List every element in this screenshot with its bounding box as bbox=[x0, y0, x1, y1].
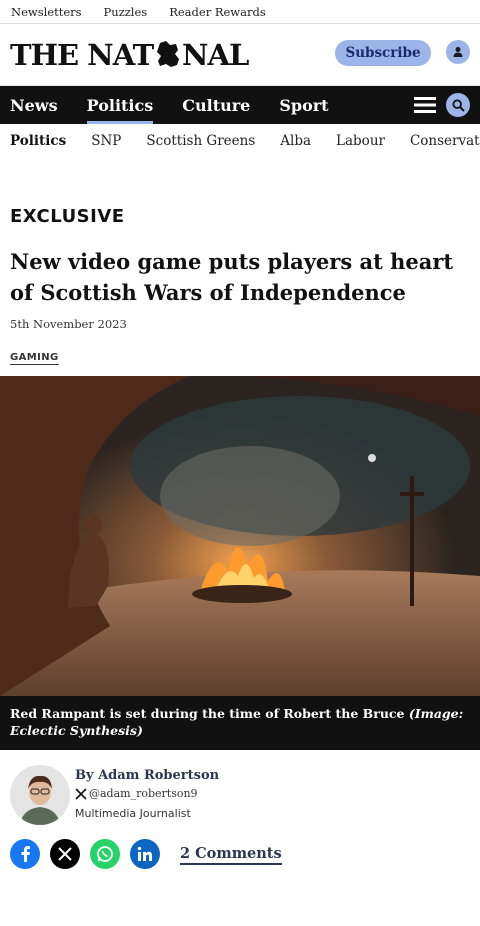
newsletters-link[interactable]: Newsletters bbox=[11, 5, 82, 19]
author-handle: @adam_robertson9 bbox=[89, 787, 198, 800]
svg-text:THE NAT: THE NAT bbox=[10, 38, 155, 72]
account-button[interactable] bbox=[446, 40, 470, 64]
article-tag-link[interactable]: GAMING bbox=[10, 352, 59, 365]
x-logo-icon bbox=[75, 787, 87, 800]
image-caption: Red Rampant is set during the time of Ro… bbox=[0, 696, 480, 750]
x-logo-icon bbox=[58, 847, 72, 861]
subnav-item-conservatives[interactable]: Conservatives bbox=[410, 133, 480, 149]
author-by-label: By bbox=[75, 768, 94, 783]
svg-text:NAL: NAL bbox=[182, 38, 249, 72]
share-facebook-button[interactable] bbox=[10, 839, 40, 869]
user-icon bbox=[453, 47, 463, 57]
whatsapp-icon bbox=[97, 846, 113, 862]
menu-icon bbox=[414, 97, 436, 113]
facebook-icon bbox=[21, 846, 30, 862]
caption-text: Red Rampant is set during the time of Ro… bbox=[10, 706, 409, 721]
comments-link[interactable]: 2 Comments bbox=[180, 845, 282, 865]
site-logo[interactable]: THE NAT NAL bbox=[10, 35, 250, 75]
masthead: THE NAT NAL Subscribe bbox=[0, 24, 480, 86]
share-whatsapp-button[interactable] bbox=[90, 839, 120, 869]
reader-rewards-link[interactable]: Reader Rewards bbox=[169, 5, 266, 19]
article-date: 5th November 2023 bbox=[10, 317, 127, 331]
nav-item-culture[interactable]: Culture bbox=[182, 86, 250, 124]
author-photo bbox=[10, 765, 70, 825]
author-avatar[interactable] bbox=[10, 765, 70, 825]
author-x-link[interactable]: @adam_robertson9 bbox=[75, 787, 198, 800]
menu-button[interactable] bbox=[414, 96, 436, 114]
hero-illustration bbox=[0, 376, 480, 696]
article-kicker: EXCLUSIVE bbox=[10, 206, 125, 227]
nav-item-sport[interactable]: Sport bbox=[279, 86, 328, 124]
logo-wordmark: THE NAT NAL bbox=[10, 38, 250, 72]
main-nav: News Politics Culture Sport bbox=[0, 86, 480, 124]
nav-item-news[interactable]: News bbox=[10, 86, 58, 124]
hero-image[interactable] bbox=[0, 376, 480, 696]
share-x-button[interactable] bbox=[50, 839, 80, 869]
author-name-line[interactable]: By Adam Robertson bbox=[75, 768, 219, 783]
subnav-item-scottish-greens[interactable]: Scottish Greens bbox=[146, 133, 255, 149]
author-name: Adam Robertson bbox=[98, 768, 220, 783]
article-headline: New video game puts players at heart of … bbox=[10, 249, 454, 305]
subnav-item-politics[interactable]: Politics bbox=[10, 133, 66, 149]
linkedin-icon bbox=[137, 846, 152, 861]
nav-item-politics[interactable]: Politics bbox=[86, 86, 153, 124]
puzzles-link[interactable]: Puzzles bbox=[104, 5, 148, 19]
author-block: By Adam Robertson @adam_robertson9 Multi… bbox=[10, 765, 470, 825]
sub-nav: Politics SNP Scottish Greens Alba Labour… bbox=[0, 124, 480, 158]
share-linkedin-button[interactable] bbox=[130, 839, 160, 869]
search-button[interactable] bbox=[446, 93, 470, 117]
utility-bar: Newsletters Puzzles Reader Rewards bbox=[0, 0, 480, 24]
subnav-item-snp[interactable]: SNP bbox=[91, 133, 121, 149]
author-role: Multimedia Journalist bbox=[75, 807, 191, 820]
subnav-item-alba[interactable]: Alba bbox=[280, 133, 311, 149]
search-icon bbox=[451, 98, 465, 112]
subnav-item-labour[interactable]: Labour bbox=[336, 133, 385, 149]
subscribe-button[interactable]: Subscribe bbox=[335, 40, 431, 66]
